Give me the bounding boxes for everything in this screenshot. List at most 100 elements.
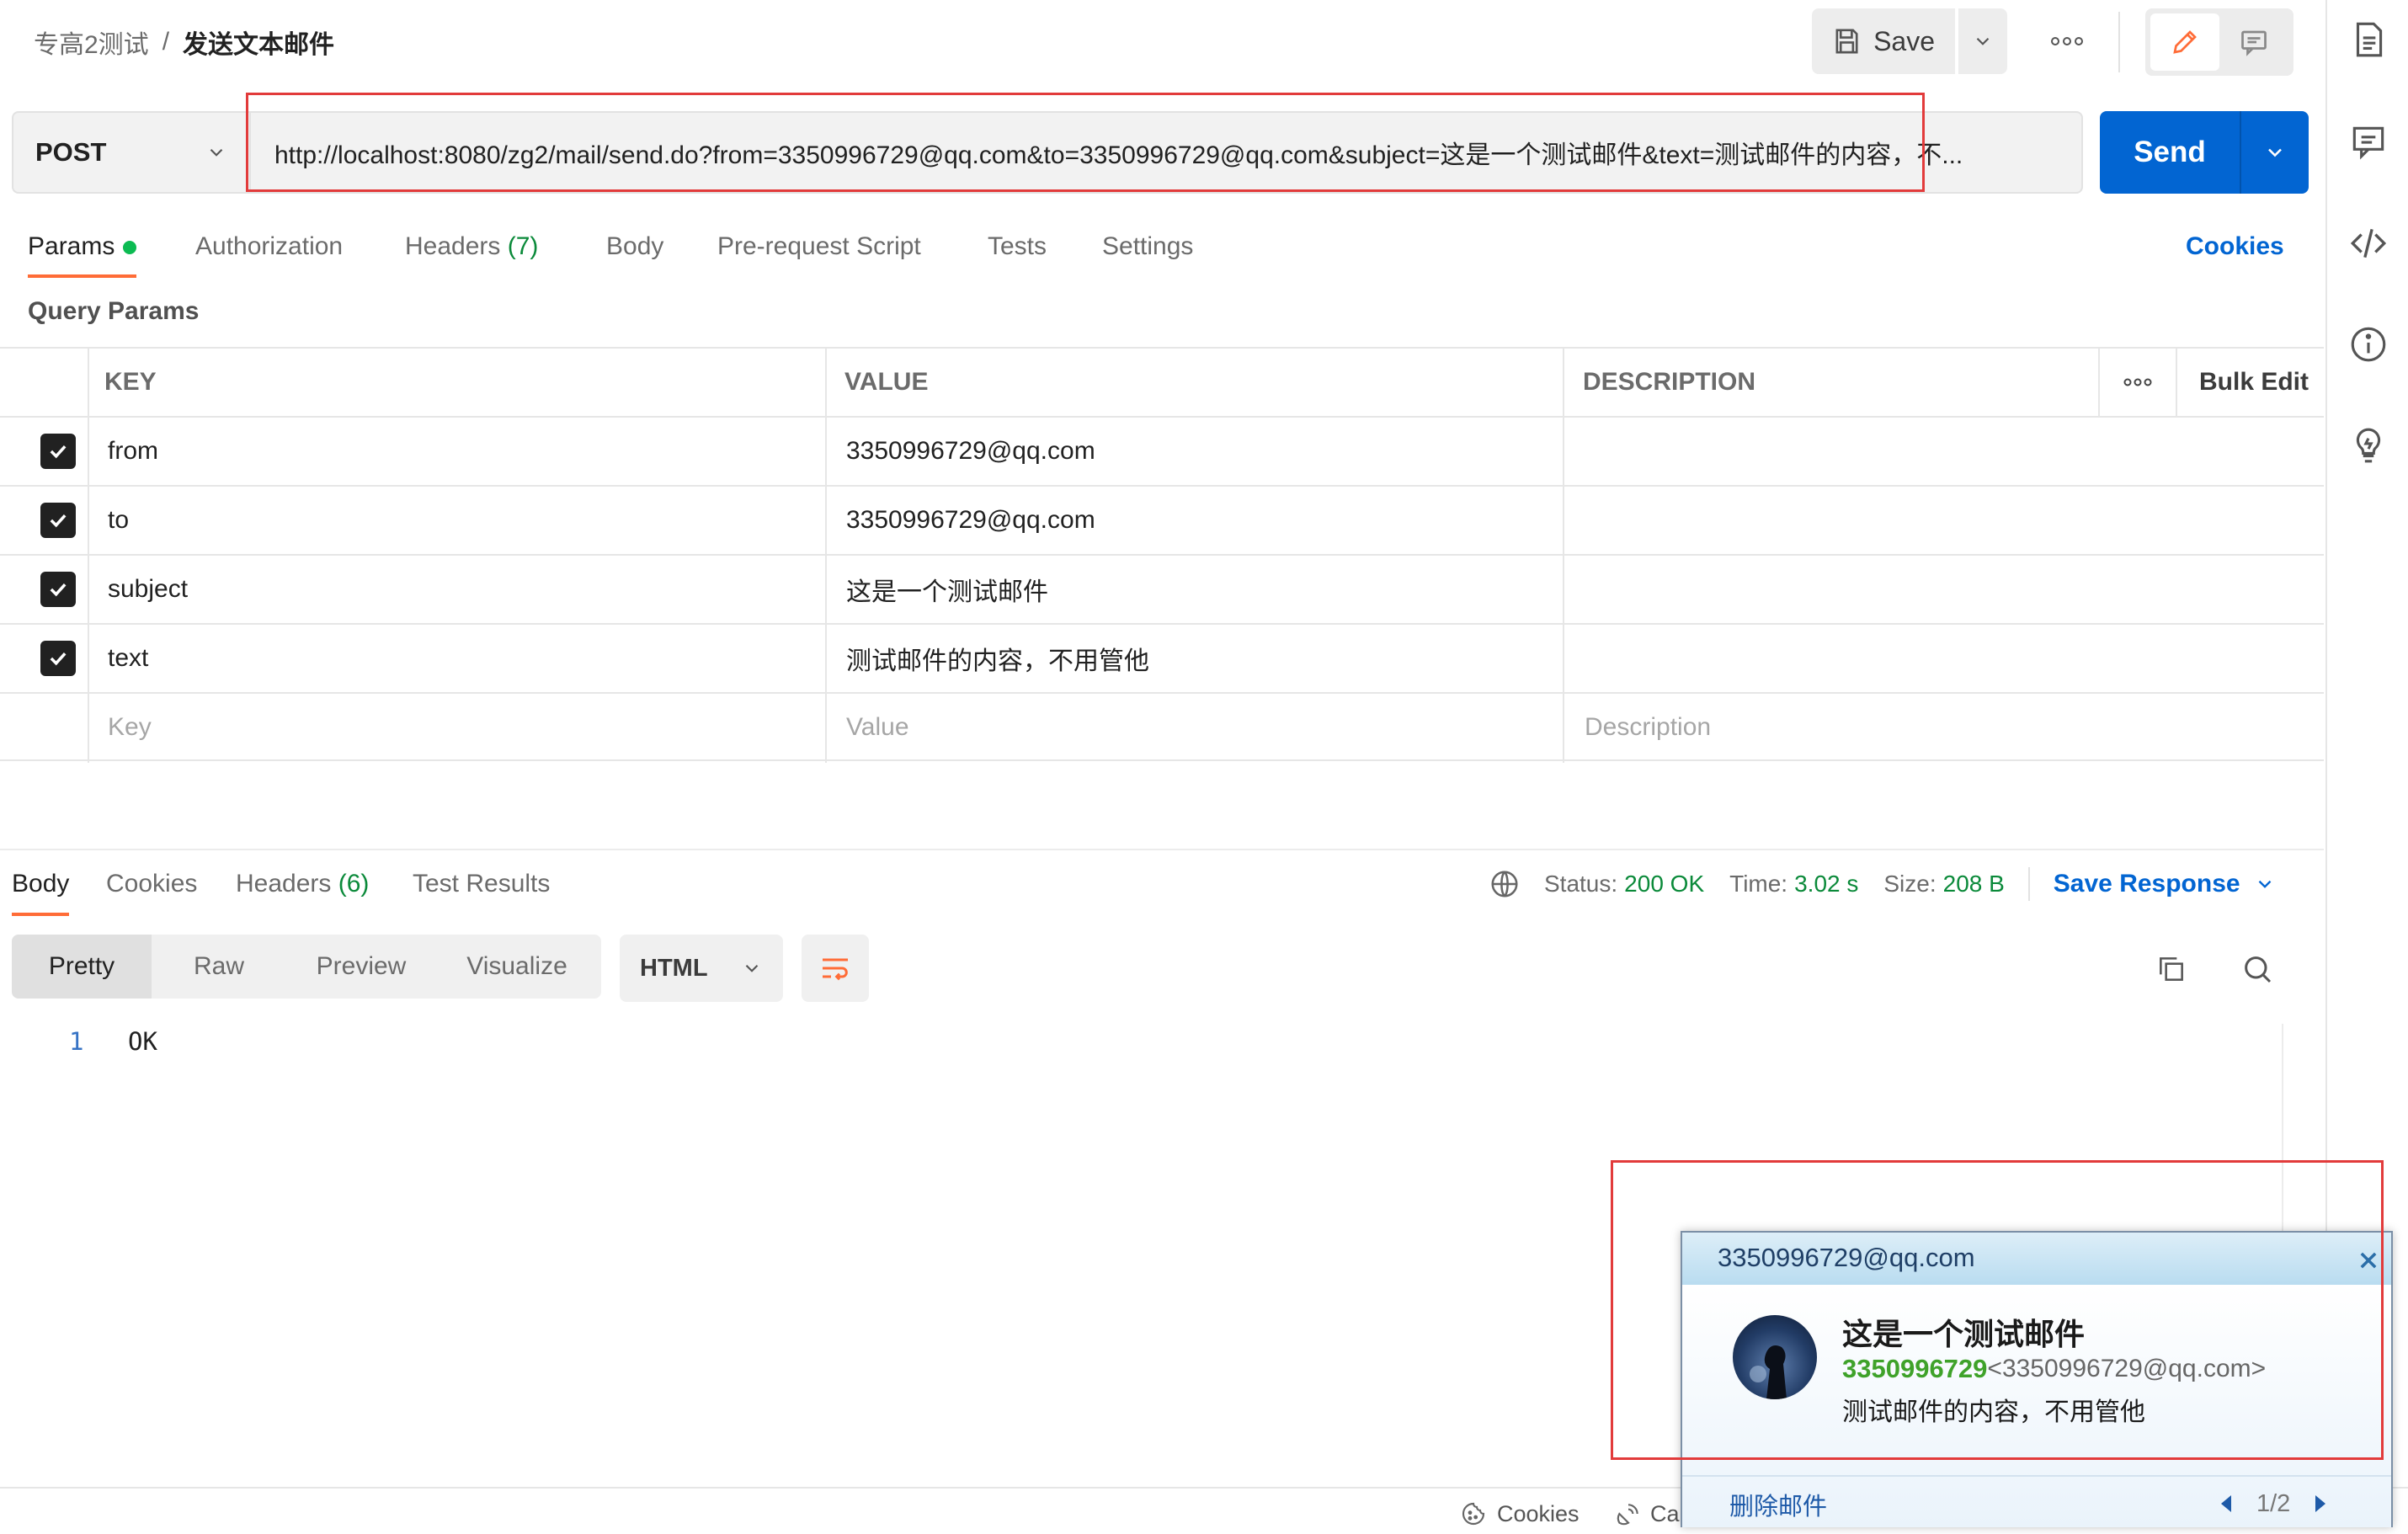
time-value[interactable]: 3.02 s xyxy=(1794,871,1858,897)
format-visualize[interactable]: Visualize xyxy=(441,935,593,999)
tab-tests[interactable]: Tests xyxy=(988,227,1047,278)
column-options-button[interactable] xyxy=(2100,349,2176,416)
divider xyxy=(2027,867,2030,901)
footer-cookies-button[interactable]: Cookies xyxy=(1460,1497,1580,1531)
format-raw[interactable]: Raw xyxy=(152,935,286,999)
check-icon xyxy=(50,652,67,666)
save-response-button[interactable]: Save Response xyxy=(2054,870,2276,898)
tab-authorization[interactable]: Authorization xyxy=(195,227,343,278)
save-response-label: Save Response xyxy=(2053,870,2240,897)
response-tab-cookies[interactable]: Cookies xyxy=(106,866,197,916)
tab-prerequest-label: Pre-request Script xyxy=(717,232,921,260)
breadcrumb-parent[interactable]: 专高2测试 xyxy=(34,24,149,61)
status-value[interactable]: 200 OK xyxy=(1624,871,1704,897)
size-label: Size: xyxy=(1883,871,1937,897)
param-key[interactable]: to xyxy=(108,487,129,554)
globe-icon[interactable] xyxy=(1489,868,1521,900)
suggestions-button[interactable] xyxy=(2347,424,2389,466)
params-header-row: KEY VALUE DESCRIPTION Bulk Edit xyxy=(0,347,2324,416)
tab-body[interactable]: Body xyxy=(606,227,663,278)
checkbox-checked xyxy=(40,641,76,676)
pager-count: 1/2 xyxy=(2256,1489,2291,1517)
tab-headers[interactable]: Headers (7) xyxy=(405,227,538,278)
send-label: Send xyxy=(2134,136,2206,168)
footer-capture-button[interactable]: Ca xyxy=(1615,1497,1680,1531)
lightbulb-icon xyxy=(2356,428,2381,463)
description-placeholder[interactable]: Description xyxy=(1585,694,1711,761)
save-options-button[interactable] xyxy=(1958,8,2007,74)
wrap-lines-button[interactable] xyxy=(802,935,869,1002)
language-select[interactable]: HTML xyxy=(620,935,783,1002)
more-options-button[interactable] xyxy=(2034,8,2100,74)
documentation-button[interactable] xyxy=(2347,19,2389,61)
check-icon xyxy=(50,445,67,459)
row-checkbox[interactable] xyxy=(40,556,76,623)
column-divider xyxy=(2176,347,2177,416)
checkbox-checked xyxy=(40,572,76,607)
param-value[interactable]: 3350996729@qq.com xyxy=(846,487,1095,554)
copy-button[interactable] xyxy=(2150,948,2192,990)
chevron-down-icon xyxy=(2268,148,2282,157)
response-tab-body[interactable]: Body xyxy=(12,866,70,916)
response-status-bar: Status: 200 OK Time: 3.02 s Size: 208 B … xyxy=(1489,866,2276,903)
edit-mode-button[interactable] xyxy=(2150,13,2219,71)
param-value[interactable]: 3350996729@qq.com xyxy=(846,418,1095,485)
format-pretty[interactable]: Pretty xyxy=(12,935,152,999)
send-options-button[interactable] xyxy=(2241,111,2309,194)
info-button[interactable] xyxy=(2347,323,2389,365)
key-placeholder[interactable]: Key xyxy=(108,694,152,761)
more-horizontal-icon xyxy=(2123,378,2152,386)
tab-params[interactable]: Params xyxy=(28,227,137,278)
info-icon xyxy=(2351,327,2386,362)
bulk-edit-button[interactable]: Bulk Edit xyxy=(2199,349,2309,416)
delete-mail-link[interactable]: 删除邮件 xyxy=(1729,1487,1827,1522)
row-checkbox[interactable] xyxy=(40,625,76,692)
response-content[interactable]: OK xyxy=(128,1027,157,1056)
more-horizontal-icon xyxy=(2051,37,2083,45)
response-tab-headers[interactable]: Headers (6) xyxy=(236,866,369,916)
comment-icon xyxy=(2241,30,2267,56)
notification-highlight-box xyxy=(1611,1160,2384,1460)
comments-button[interactable] xyxy=(2347,121,2389,163)
code-button[interactable] xyxy=(2347,222,2389,264)
value-placeholder[interactable]: Value xyxy=(846,694,909,761)
comment-mode-button[interactable] xyxy=(2219,13,2288,71)
row-checkbox[interactable] xyxy=(40,418,76,485)
format-tabs: Pretty Raw Preview Visualize xyxy=(12,935,601,999)
table-row: to 3350996729@qq.com xyxy=(0,485,2324,554)
tab-settings[interactable]: Settings xyxy=(1102,227,1193,278)
method-select[interactable]: POST xyxy=(12,111,249,194)
param-value[interactable]: 这是一个测试邮件 xyxy=(846,556,1048,623)
save-button[interactable]: Save xyxy=(1812,8,1955,74)
checkbox-checked xyxy=(40,503,76,538)
row-checkbox[interactable] xyxy=(40,487,76,554)
search-icon xyxy=(2245,956,2272,983)
param-value[interactable]: 测试邮件的内容，不用管他 xyxy=(846,625,1149,692)
document-icon xyxy=(2356,22,2383,57)
tab-prerequest-script[interactable]: Pre-request Script xyxy=(717,227,921,278)
param-key[interactable]: from xyxy=(108,418,158,485)
breadcrumb-separator: / xyxy=(162,28,170,56)
check-icon xyxy=(50,583,67,597)
size-value[interactable]: 208 B xyxy=(1943,871,2005,897)
triangle-right-icon[interactable] xyxy=(2312,1494,2329,1514)
send-button[interactable]: Send xyxy=(2100,111,2309,194)
url-highlight-box xyxy=(246,93,1925,192)
chevron-down-icon xyxy=(210,148,223,157)
response-divider xyxy=(0,849,2324,850)
triangle-left-icon[interactable] xyxy=(2218,1494,2235,1514)
value-column-header: VALUE xyxy=(844,368,929,396)
response-tab-test-results[interactable]: Test Results xyxy=(413,866,550,916)
tab-body-label: Body xyxy=(606,232,664,260)
mode-toggle xyxy=(2145,8,2293,76)
cookies-link[interactable]: Cookies xyxy=(2186,227,2284,266)
breadcrumb: 专高2测试 / 发送文本邮件 xyxy=(34,0,334,84)
param-key[interactable]: text xyxy=(108,625,148,692)
divider xyxy=(2118,12,2120,72)
format-preview[interactable]: Preview xyxy=(290,935,433,999)
search-button[interactable] xyxy=(2236,948,2278,990)
code-icon xyxy=(2350,228,2387,258)
notification-divider xyxy=(1682,1475,2391,1477)
key-column-header: KEY xyxy=(104,368,157,396)
param-key[interactable]: subject xyxy=(108,556,188,623)
